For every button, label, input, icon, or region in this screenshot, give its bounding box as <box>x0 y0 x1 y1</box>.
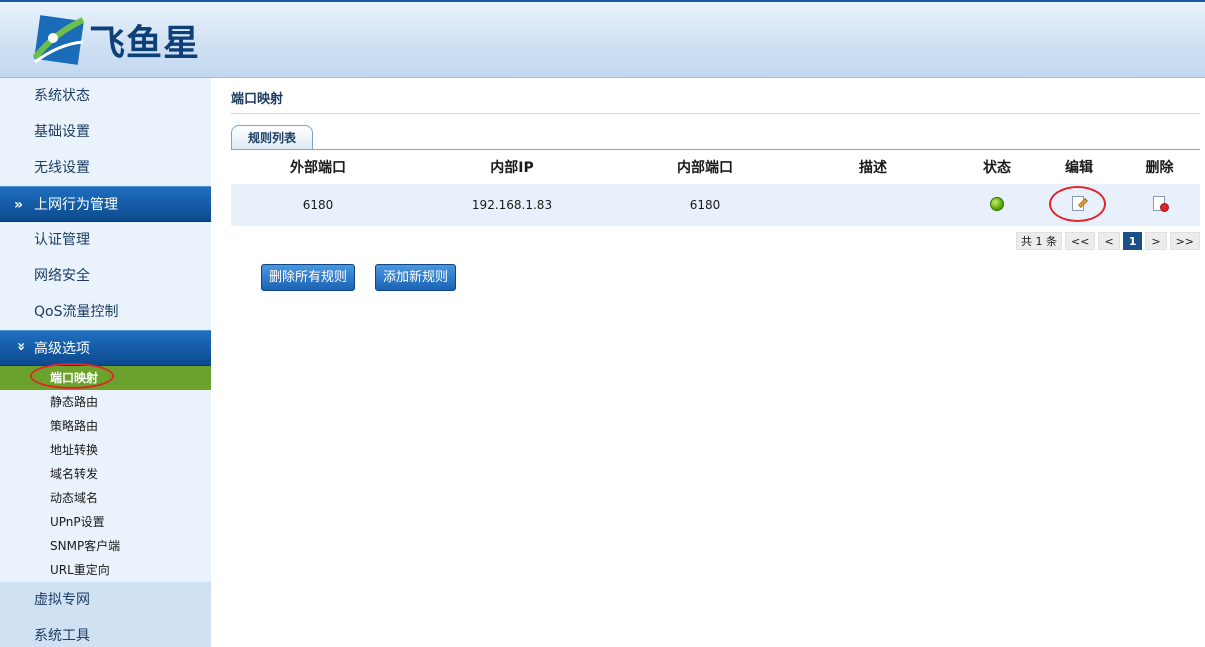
sidebar-item-qos[interactable]: QoS流量控制 <box>0 294 211 330</box>
internal-port-cell: 6180 <box>689 198 721 212</box>
sidebar-item-port-mapping[interactable]: 端口映射 <box>0 366 211 390</box>
pagination: 共 1 条 << < 1 > >> <box>1016 232 1200 250</box>
column-header: 编辑 <box>1065 160 1093 176</box>
pagination-last-button[interactable]: >> <box>1169 232 1200 250</box>
sidebar-item-upnp[interactable]: UPnP设置 <box>0 510 211 534</box>
internal-ip-cell: 192.168.1.83 <box>471 198 553 212</box>
status-cell <box>955 196 1039 214</box>
column-header: 内部端口 <box>677 160 733 176</box>
sidebar-section-advanced[interactable]: » 高级选项 <box>0 330 211 366</box>
column-header: 描述 <box>859 160 887 176</box>
sidebar-item-auth[interactable]: 认证管理 <box>0 222 211 258</box>
double-chevron-right-icon: » <box>14 197 24 213</box>
page-title: 端口映射 <box>231 92 284 107</box>
sidebar-item-url-redirect[interactable]: URL重定向 <box>0 558 211 582</box>
edit-cell <box>1039 195 1119 216</box>
sidebar-item-vpn[interactable]: 虚拟专网 <box>0 582 211 618</box>
sidebar-item-system-status[interactable]: 系统状态 <box>0 78 211 114</box>
sidebar-section-label: 高级选项 <box>34 341 90 357</box>
pagination-next-button[interactable]: > <box>1145 232 1167 250</box>
column-header: 删除 <box>1145 160 1174 176</box>
pagination-count: 共 1 条 <box>1016 232 1063 250</box>
logo-mark-icon <box>33 15 85 65</box>
pagination-first-button[interactable]: << <box>1065 232 1096 250</box>
sidebar-section-label: 上网行为管理 <box>34 197 118 213</box>
column-header: 内部IP <box>490 160 534 176</box>
table-header-row: 外部端口 内部IP 内部端口 描述 状态 编辑 删除 <box>231 150 1200 184</box>
sidebar-item-dns-forward[interactable]: 域名转发 <box>0 462 211 486</box>
external-port-cell: 6180 <box>302 198 334 212</box>
advanced-submenu: 端口映射 静态路由 策略路由 地址转换 域名转发 动态域名 UPnP设置 SNM… <box>0 366 211 582</box>
app-header: 飞鱼星 <box>0 0 1205 78</box>
sidebar-item-nat[interactable]: 地址转换 <box>0 438 211 462</box>
sidebar-item-policy-route[interactable]: 策略路由 <box>0 414 211 438</box>
sidebar-item-ddns[interactable]: 动态域名 <box>0 486 211 510</box>
pagination-current-page[interactable]: 1 <box>1122 232 1143 250</box>
delete-all-rules-button[interactable]: 删除所有规则 <box>261 264 356 291</box>
sidebar-item-static-route[interactable]: 静态路由 <box>0 390 211 414</box>
pagination-prev-button[interactable]: < <box>1098 232 1120 250</box>
sidebar-item-wireless-settings[interactable]: 无线设置 <box>0 150 211 186</box>
title-divider <box>231 113 1200 114</box>
sidebar-item-network-security[interactable]: 网络安全 <box>0 258 211 294</box>
rules-table: 外部端口 内部IP 内部端口 描述 状态 编辑 删除 6180 192.168.… <box>231 150 1200 226</box>
sidebar: 系统状态 基础设置 无线设置 » 上网行为管理 认证管理 网络安全 QoS流量控制… <box>0 78 211 647</box>
logo: 飞鱼星 <box>33 14 213 66</box>
sidebar-section-behavior[interactable]: » 上网行为管理 <box>0 186 211 222</box>
tab-rule-list[interactable]: 规则列表 <box>231 125 313 149</box>
double-chevron-down-icon: » <box>13 342 29 352</box>
status-enabled-icon <box>990 196 1004 211</box>
column-header: 状态 <box>983 160 1011 176</box>
table-actions: 删除所有规则 添加新规则 <box>261 264 457 291</box>
sidebar-item-snmp[interactable]: SNMP客户端 <box>0 534 211 558</box>
logo-text: 飞鱼星 <box>89 23 201 64</box>
edit-icon[interactable] <box>1070 195 1088 213</box>
delete-cell <box>1119 195 1200 216</box>
sidebar-item-basic-settings[interactable]: 基础设置 <box>0 114 211 150</box>
column-header: 外部端口 <box>290 160 346 176</box>
table-row: 6180 192.168.1.83 6180 <box>231 184 1200 226</box>
add-new-rule-button[interactable]: 添加新规则 <box>375 264 457 291</box>
sidebar-item-system-tools[interactable]: 系统工具 <box>0 618 211 647</box>
delete-icon[interactable] <box>1151 195 1169 213</box>
